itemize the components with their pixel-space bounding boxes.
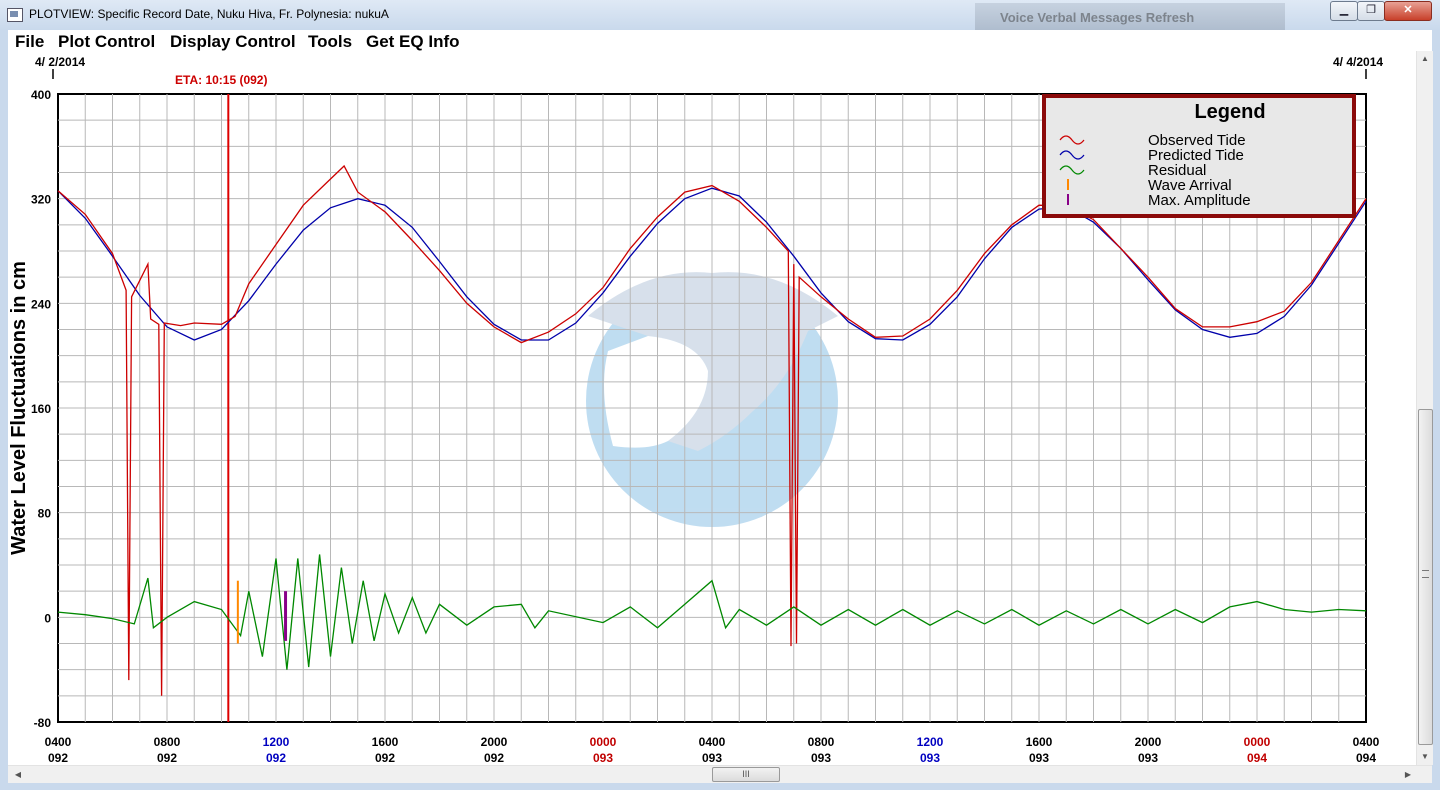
vertical-scrollbar[interactable]: ▲ ▼ <box>1416 51 1433 765</box>
x-tick-day: 092 <box>484 751 504 765</box>
legend-title: Legend <box>1194 101 1265 123</box>
scroll-left-arrow-icon[interactable]: ◀ <box>10 766 26 783</box>
window-frame-right <box>1432 30 1440 790</box>
grip-icon <box>1422 570 1429 578</box>
x-tick-day: 093 <box>1029 751 1049 765</box>
eta-label: ETA: 10:15 (092) <box>175 73 267 87</box>
x-tick-time: 1600 <box>1026 735 1053 749</box>
y-axis-label: Water Level Fluctuations in cm <box>8 261 30 555</box>
title-bar: PLOTVIEW: Specific Record Date, Nuku Hiv… <box>0 0 1440 31</box>
y-tick-label: 0 <box>44 611 51 625</box>
x-tick-day: 092 <box>48 751 68 765</box>
menu-file[interactable]: File <box>15 32 44 52</box>
menu-bar: File Plot Control Display Control Tools … <box>8 30 1432 51</box>
vertical-scroll-thumb[interactable] <box>1418 409 1433 745</box>
x-tick-time: 0000 <box>590 735 617 749</box>
x-tick-day: 092 <box>375 751 395 765</box>
x-tick-time: 1200 <box>917 735 944 749</box>
minimize-button[interactable]: ▁ <box>1330 1 1358 21</box>
maximize-button[interactable]: ❐ <box>1357 1 1385 21</box>
x-tick-time: 1200 <box>263 735 290 749</box>
y-axis: -80 0 80 160 240 320 400 <box>31 88 51 730</box>
y-tick-label: 400 <box>31 88 51 102</box>
legend-label: Max. Amplitude <box>1148 192 1251 209</box>
x-tick-time: 0400 <box>45 735 72 749</box>
horizontal-scroll-thumb[interactable]: III <box>712 767 780 782</box>
x-tick-time: 2000 <box>1135 735 1162 749</box>
y-tick-label: 80 <box>38 507 52 521</box>
y-tick-label: 160 <box>31 402 51 416</box>
background-window-text: Voice Verbal Messages Refresh <box>1000 10 1195 25</box>
menu-display-control[interactable]: Display Control <box>170 32 296 52</box>
menu-plot-control[interactable]: Plot Control <box>58 32 155 52</box>
menu-get-eq-info[interactable]: Get EQ Info <box>366 32 460 52</box>
app-icon[interactable] <box>7 8 23 22</box>
horizontal-scrollbar[interactable]: ◀ III ▶ <box>8 765 1432 783</box>
scroll-right-arrow-icon[interactable]: ▶ <box>1400 766 1416 783</box>
scroll-up-arrow-icon[interactable]: ▲ <box>1417 51 1433 67</box>
x-tick-time: 0800 <box>808 735 835 749</box>
x-tick-day: 094 <box>1247 751 1267 765</box>
x-tick-day: 093 <box>1138 751 1158 765</box>
window-frame-left <box>0 30 8 790</box>
end-date-label: 4/ 4/2014 <box>1333 55 1383 69</box>
x-tick-day: 093 <box>702 751 722 765</box>
x-tick-time: 2000 <box>481 735 508 749</box>
window-frame-bottom <box>0 782 1440 790</box>
x-axis: 0400 092 0800 092 1200 092 1600 092 2000 092 0000 0… <box>45 735 1380 765</box>
x-tick-day: 092 <box>266 751 286 765</box>
x-tick-time: 0400 <box>1353 735 1380 749</box>
x-tick-time: 0800 <box>154 735 181 749</box>
x-tick-day: 093 <box>593 751 613 765</box>
x-tick-day: 093 <box>811 751 831 765</box>
x-tick-day: 094 <box>1356 751 1376 765</box>
window-title: PLOTVIEW: Specific Record Date, Nuku Hiv… <box>29 7 389 21</box>
start-date-label: 4/ 2/2014 <box>35 55 85 69</box>
menu-tools[interactable]: Tools <box>308 32 352 52</box>
close-button[interactable]: ✕ <box>1384 1 1432 21</box>
x-tick-time: 0000 <box>1244 735 1271 749</box>
y-tick-label: 320 <box>31 193 51 207</box>
x-tick-day: 093 <box>920 751 940 765</box>
y-tick-label: 240 <box>31 297 51 311</box>
legend: Legend Observed TidePredicted TideResidu… <box>1042 94 1356 218</box>
x-tick-time: 0400 <box>699 735 726 749</box>
x-tick-time: 1600 <box>372 735 399 749</box>
scroll-down-arrow-icon[interactable]: ▼ <box>1417 749 1433 765</box>
tide-plot[interactable]: -80 0 80 160 240 320 400 0400 092 0800 092 1200 092… <box>8 51 1416 765</box>
x-tick-day: 092 <box>157 751 177 765</box>
y-tick-label: -80 <box>34 716 52 730</box>
